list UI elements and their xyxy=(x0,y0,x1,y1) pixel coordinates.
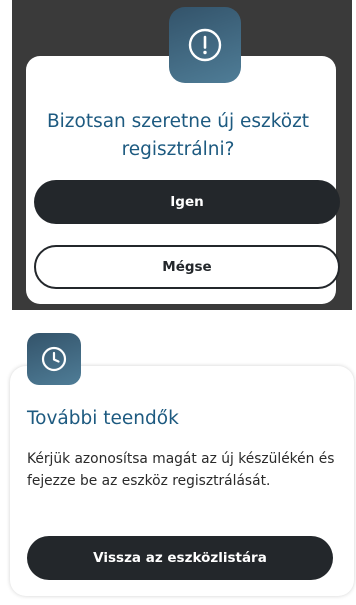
cancel-button[interactable]: Mégse xyxy=(34,245,340,289)
clock-icon xyxy=(41,346,67,372)
clock-badge xyxy=(27,333,81,385)
page: Bizotsan szeretne új eszközt regisztráln… xyxy=(0,0,356,605)
exclamation-circle-icon xyxy=(188,28,222,62)
alert-badge xyxy=(169,7,241,83)
dialog-question: Bizotsan szeretne új eszközt regisztráln… xyxy=(46,111,310,160)
card-body-text: Kérjük azonosítsa magát az új készülékén… xyxy=(27,451,335,489)
yes-button[interactable]: Igen xyxy=(34,180,340,224)
card-title: További teendők xyxy=(27,408,179,429)
back-to-device-list-button[interactable]: Vissza az eszközlistára xyxy=(27,536,333,580)
